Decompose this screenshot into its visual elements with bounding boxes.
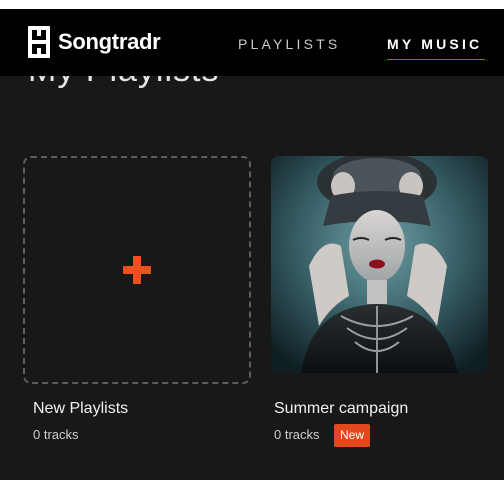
app-viewport: My Playlists Songtradr PLAYLISTS MY MUSI… [0,9,504,480]
bottom-edge [0,480,504,489]
new-badge: New [334,424,371,447]
playlist-artwork[interactable] [271,156,488,373]
songtradr-logo-icon [28,26,50,58]
nav-playlists[interactable]: PLAYLISTS [238,36,340,52]
nav-active-underline [387,59,485,60]
card-tracks-summer-campaign: 0 tracks [274,427,320,442]
card-title-summer-campaign[interactable]: Summer campaign [274,400,408,418]
plus-icon [123,256,151,284]
portrait-artwork-image [271,156,488,373]
card-tracks-new-playlist: 0 tracks [33,427,79,442]
logo-text: Songtradr [58,29,161,54]
top-navbar: Songtradr PLAYLISTS MY MUSIC [0,9,504,76]
songtradr-logo[interactable]: Songtradr [28,26,161,58]
nav-my-music[interactable]: MY MUSIC [387,36,482,52]
new-playlist-card[interactable] [23,156,251,384]
card-title-new-playlist: New Playlists [33,400,129,417]
